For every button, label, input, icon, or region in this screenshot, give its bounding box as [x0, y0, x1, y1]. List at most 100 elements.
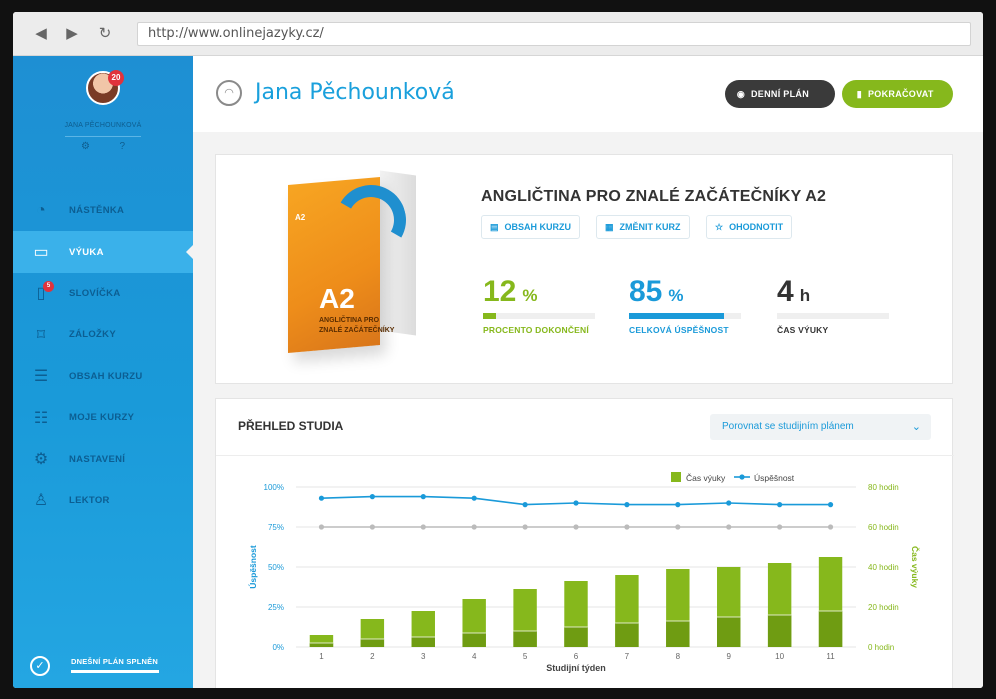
stat-bar: [629, 313, 741, 319]
document-icon: ☰: [33, 368, 49, 386]
success-point: [318, 495, 325, 501]
settings-icon[interactable]: ⚙: [81, 141, 90, 152]
speedometer-icon: ◠: [216, 80, 242, 106]
chip-label: ZMĚNIT KURZ: [619, 222, 681, 232]
sidebar-item-vyuka[interactable]: ▭ VÝUKA: [13, 231, 193, 273]
bar-inner: [513, 631, 537, 647]
sidebar-item-label: SLOVÍČKA: [69, 287, 121, 299]
sidebar-item-label: ZÁLOŽKY: [69, 329, 116, 341]
legend-line-label: Úspěšnost: [754, 473, 795, 483]
list-icon: ☷: [33, 409, 49, 427]
address-bar[interactable]: http://www.onlinejazyky.cz/: [137, 22, 971, 46]
vocabulary-badge: 5: [43, 280, 54, 292]
x-tick-label: 3: [421, 652, 426, 661]
sidebar-item-label: NÁSTĚNKA: [69, 205, 125, 217]
bar-inner: [818, 611, 843, 647]
stat-label: ČAS VÝUKY: [777, 325, 829, 335]
plan-point: [318, 524, 325, 530]
stat-unit: h: [799, 286, 811, 305]
stat-label: PROCENTO DOKONČENÍ: [483, 325, 589, 335]
continue-button[interactable]: ▮ POKRAČOVAT: [842, 80, 953, 108]
compare-plan-select[interactable]: Porovnat se studijním plánem ⌄: [710, 414, 931, 440]
sidebar-item-label: LEKTOR: [69, 494, 110, 506]
legend-line-point: [739, 474, 745, 480]
notification-badge: 20: [108, 70, 124, 86]
browser-window: ◀ ▶ ↻ http://www.onlinejazyky.cz/ 20 JAN…: [13, 12, 983, 688]
plan-point: [573, 524, 579, 530]
rate-course-button[interactable]: ☆ OHODNOTIT: [706, 215, 793, 239]
stat-bar: [483, 313, 595, 319]
sidebar-item-label: VÝUKA: [69, 246, 104, 258]
continue-label: POKRAČOVAT: [868, 89, 934, 99]
sidebar-menu: ◔ NÁSTĚNKA ▭ VÝUKA ▯ 5 SLOVÍČKA ⌑ ZÁLOŽK…: [13, 190, 193, 521]
user-name[interactable]: JANA PĚCHOUNKOVÁ: [13, 122, 193, 129]
sidebar-item-lektor[interactable]: ♙ LEKTOR: [13, 480, 193, 521]
sidebar-item-zalozky[interactable]: ⌑ ZÁLOŽKY: [13, 314, 193, 355]
divider: [216, 455, 954, 456]
sidebar-item-label: OBSAH KURZU: [69, 370, 143, 382]
bookmark-icon: ▮: [856, 89, 862, 99]
bar-inner: [411, 637, 435, 647]
success-point: [573, 500, 579, 506]
success-point: [369, 494, 375, 500]
bar-inner: [717, 617, 741, 647]
sidebar-item-obsah-kurzu[interactable]: ☰ OBSAH KURZU: [13, 356, 193, 397]
success-point: [827, 502, 834, 508]
stat-unit: %: [668, 286, 684, 305]
stopwatch-icon: ◉: [736, 89, 745, 99]
bar-inner: [309, 643, 334, 647]
plan-point: [471, 524, 477, 530]
course-card: A2 A2 ANGLIČTINA PRO ZNALÉ ZAČÁTEČNÍKY A…: [215, 154, 953, 384]
sidebar-item-label: MOJE KURZY: [69, 412, 135, 424]
legend-bar-label: Čas výuky: [686, 473, 726, 483]
plan-point: [675, 524, 681, 530]
sidebar-item-moje-kurzy[interactable]: ☷ MOJE KURZY: [13, 397, 193, 438]
bar-inner: [615, 623, 639, 647]
sidebar-item-nastenka[interactable]: ◔ NÁSTĚNKA: [13, 190, 193, 231]
completion-stat: 12% PROCENTO DOKONČENÍ: [483, 275, 595, 335]
success-point: [522, 502, 528, 508]
legend-bar-swatch: [671, 472, 681, 482]
daily-plan-button[interactable]: ◉ DENNÍ PLÁN: [725, 80, 835, 108]
sidebar-item-nastaveni[interactable]: ⚙ NASTAVENÍ: [13, 438, 193, 479]
right-tick-label: 0 hodin: [868, 643, 894, 652]
course-title: ANGLIČTINA PRO ZNALÉ ZAČÁTEČNÍKY A2: [481, 188, 827, 205]
course-box-level: A2: [319, 283, 355, 314]
user-icons: ⚙ ?: [81, 141, 125, 152]
x-tick-label: 10: [775, 652, 784, 661]
divider: [65, 136, 141, 137]
right-tick-label: 40 hodin: [868, 563, 899, 572]
compare-plan-value: Porovnat se studijním plánem: [722, 421, 854, 432]
stat-bar: [777, 313, 889, 319]
bar-inner: [666, 621, 690, 647]
course-box-line2: ZNALÉ ZAČÁTEČNÍKY: [319, 327, 395, 334]
change-course-button[interactable]: ▦ ZMĚNIT KURZ: [596, 215, 690, 239]
page-header: ◠ Jana Pěchounková ◉ DENNÍ PLÁN ▮ POKRAČOV…: [193, 56, 983, 132]
x-tick-label: 4: [472, 652, 477, 661]
bar-inner: [462, 633, 486, 647]
star-icon: ☆: [715, 222, 724, 232]
stat-value: 12: [483, 275, 517, 308]
help-icon[interactable]: ?: [119, 141, 125, 152]
y-axis-right-label: Čas výuky: [910, 546, 921, 588]
stat-bar-fill: [483, 313, 497, 319]
stat-unit: %: [522, 286, 538, 305]
success-point: [777, 502, 783, 508]
sidebar-item-slovicka[interactable]: ▯ 5 SLOVÍČKA: [13, 273, 193, 314]
back-arrow-icon[interactable]: ◀: [31, 24, 51, 44]
x-tick-label: 6: [574, 652, 579, 661]
archive-icon: ▦: [605, 222, 614, 232]
sidebar: 20 JANA PĚCHOUNKOVÁ ⚙ ? ◔ NÁSTĚNKA ▭ VÝU…: [13, 56, 193, 688]
course-content-button[interactable]: ▤ OBSAH KURZU: [481, 215, 581, 239]
right-tick-label: 80 hodin: [868, 483, 899, 492]
daily-plan-status[interactable]: ✓ DNEŠNÍ PLÁN SPLNĚN: [13, 652, 193, 688]
stopwatch-check-icon: ✓: [30, 656, 50, 676]
book-icon: ▭: [33, 244, 49, 262]
reload-icon[interactable]: ↻: [95, 24, 115, 44]
left-tick-label: 50%: [268, 563, 284, 572]
document-icon: ▤: [490, 222, 499, 232]
stat-bar-fill: [629, 313, 725, 319]
forward-arrow-icon[interactable]: ▶: [62, 24, 82, 44]
plan-point: [522, 524, 528, 530]
study-time-stat: 4h ČAS VÝUKY: [777, 275, 889, 335]
